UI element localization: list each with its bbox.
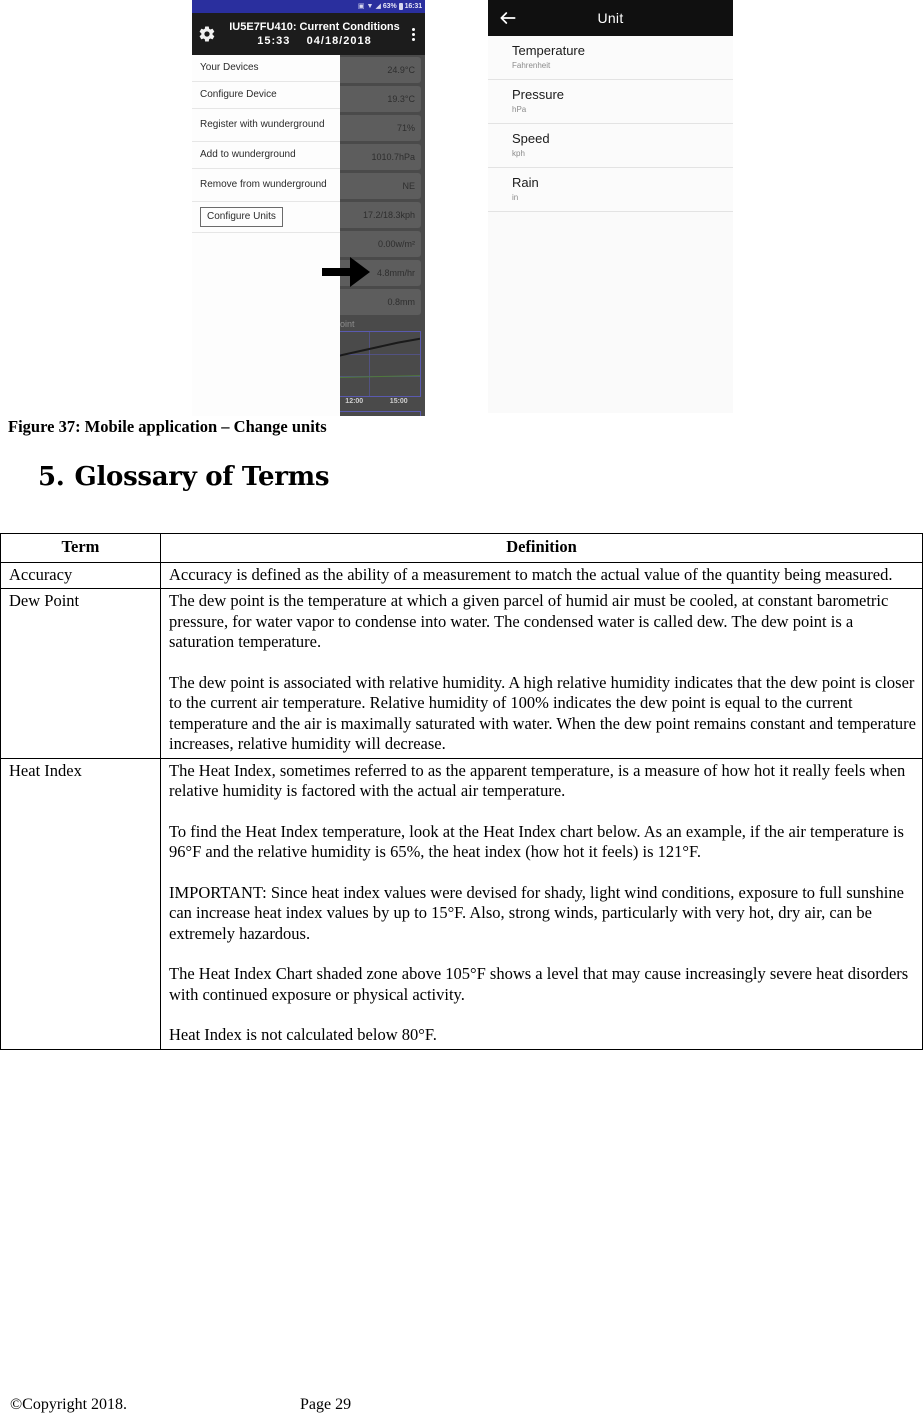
current-readings-column: 24.9°C 19.3°C 71% 1010.7hPa NE 17.2/18.3…: [332, 55, 425, 416]
phone-screenshot-unit-settings: Unit Temperature Fahrenheit Pressure hPa…: [488, 0, 733, 413]
gear-icon[interactable]: [198, 25, 216, 43]
annotation-arrow-icon: [322, 257, 370, 287]
overflow-menu-panel: Your Devices Configure Device Register w…: [192, 55, 340, 416]
unit-row-name: Temperature: [512, 43, 585, 58]
definition-cell: The dew point is the temperature at whic…: [160, 588, 923, 759]
app-bar: IU5E7FU410: Current Conditions 15:33 04/…: [192, 13, 425, 55]
section-heading: 5. Glossary of Terms: [38, 462, 329, 492]
unit-row-value: in: [512, 193, 519, 202]
secondary-chart-area: [332, 411, 421, 416]
section-number: 5.: [38, 462, 65, 492]
reading-value: 19.3°C: [332, 86, 421, 112]
figure-caption: Figure 37: Mobile application – Change u…: [8, 417, 327, 436]
android-status-bar: ▣ ▼ ◢ 63% 16:31: [192, 0, 425, 13]
phone-screenshot-current-conditions: ▣ ▼ ◢ 63% 16:31 IU5E7FU410: Current Cond…: [192, 0, 425, 416]
page-number-label: Page 29: [300, 1396, 352, 1413]
menu-item-your-devices[interactable]: Your Devices: [192, 55, 340, 82]
reading-time-label: 15:33: [257, 35, 291, 47]
definition-cell: Accuracy is defined as the ability of a …: [160, 561, 923, 589]
overflow-menu-icon[interactable]: [407, 24, 419, 44]
unit-row-temperature[interactable]: Temperature Fahrenheit: [488, 36, 733, 80]
battery-icon: [398, 3, 403, 10]
menu-item-configure-units-label: Configure Units: [200, 207, 283, 227]
menu-item-add-to-wunderground[interactable]: Add to wunderground: [192, 142, 340, 169]
chart-series-line: [332, 332, 420, 396]
wifi-icon: ▼: [366, 3, 374, 10]
battery-percent-label: 63%: [382, 3, 397, 10]
unit-row-speed[interactable]: Speed kph: [488, 124, 733, 168]
definition-cell: The Heat Index, sometimes referred to as…: [160, 757, 923, 1050]
menu-item-remove-from-wunderground[interactable]: Remove from wunderground: [192, 169, 340, 202]
status-bar-clock: 16:31: [404, 3, 423, 10]
unit-row-name: Rain: [512, 175, 539, 190]
table-row: Heat Index The Heat Index, sometimes ref…: [0, 757, 923, 1050]
glossary-table: Term Definition Accuracy Accuracy is def…: [0, 533, 923, 1050]
timestamp-label: 15:33 04/18/2018: [222, 34, 407, 48]
reading-value: 17.2/18.3kph: [332, 202, 421, 228]
chart-plot-area: [332, 331, 421, 397]
reading-value: 0.8mm: [332, 289, 421, 315]
app-bar-titles: IU5E7FU410: Current Conditions 15:33 04/…: [222, 20, 407, 48]
reading-value: 0.00w/m²: [332, 231, 421, 257]
definition-paragraph: To find the Heat Index temperature, look…: [169, 821, 904, 862]
menu-item-register-with-wunderground[interactable]: Register with wunderground: [192, 109, 340, 142]
dew-point-chart: Point 12:00 15:00: [332, 319, 421, 416]
chart-tick-label: 15:00: [389, 398, 408, 405]
table-row: Accuracy Accuracy is defined as the abil…: [0, 561, 923, 589]
term-cell: Accuracy: [0, 561, 161, 589]
reading-value: NE: [332, 173, 421, 199]
unit-row-value: Fahrenheit: [512, 61, 551, 70]
unit-row-value: kph: [512, 149, 525, 158]
reading-value: 71%: [332, 115, 421, 141]
column-header-definition: Definition: [160, 533, 923, 563]
definition-paragraph: The Heat Index, sometimes referred to as…: [169, 760, 906, 801]
unit-screen-title: Unit: [597, 10, 624, 26]
back-arrow-icon[interactable]: [498, 8, 518, 28]
menu-item-configure-units[interactable]: Configure Units: [192, 202, 340, 233]
term-cell: Dew Point: [0, 588, 161, 759]
unit-row-name: Pressure: [512, 87, 565, 102]
unit-row-value: hPa: [512, 105, 527, 114]
unit-row-name: Speed: [512, 131, 550, 146]
table-row: Dew Point The dew point is the temperatu…: [0, 588, 923, 759]
chart-title-label: Point: [334, 319, 355, 329]
copyright-label: ©Copyright 2018.: [10, 1396, 128, 1413]
sim-icon: ▣: [357, 3, 365, 10]
definition-paragraph: Heat Index is not calculated below 80°F.: [169, 1025, 437, 1044]
definition-paragraph: The Heat Index Chart shaded zone above 1…: [169, 964, 909, 1004]
phone-content-area: 24.9°C 19.3°C 71% 1010.7hPa NE 17.2/18.3…: [192, 55, 425, 416]
reading-value: 1010.7hPa: [332, 144, 421, 170]
term-cell: Heat Index: [0, 757, 161, 1050]
figure-37-images: ▣ ▼ ◢ 63% 16:31 IU5E7FU410: Current Cond…: [0, 0, 923, 416]
column-header-term: Term: [0, 533, 161, 563]
unit-row-pressure[interactable]: Pressure hPa: [488, 80, 733, 124]
definition-paragraph: IMPORTANT: Since heat index values were …: [169, 882, 904, 943]
reading-date-label: 04/18/2018: [306, 35, 372, 47]
section-title: Glossary of Terms: [74, 462, 330, 492]
menu-item-configure-device[interactable]: Configure Device: [192, 82, 340, 109]
signal-icon: ◢: [375, 3, 381, 10]
unit-screen-app-bar: Unit: [488, 0, 733, 36]
definition-paragraph: Accuracy is defined as the ability of a …: [169, 564, 893, 584]
device-title-label: IU5E7FU410: Current Conditions: [229, 21, 400, 33]
table-header-row: Term Definition: [0, 533, 923, 563]
definition-paragraph: The dew point is the temperature at whic…: [169, 591, 889, 651]
chart-x-ticks: 12:00 15:00: [332, 398, 421, 405]
reading-value: 24.9°C: [332, 57, 421, 83]
chart-tick-label: 12:00: [345, 398, 364, 405]
unit-row-rain[interactable]: Rain in: [488, 168, 733, 212]
definition-paragraph: The dew point is associated with relativ…: [169, 672, 916, 754]
